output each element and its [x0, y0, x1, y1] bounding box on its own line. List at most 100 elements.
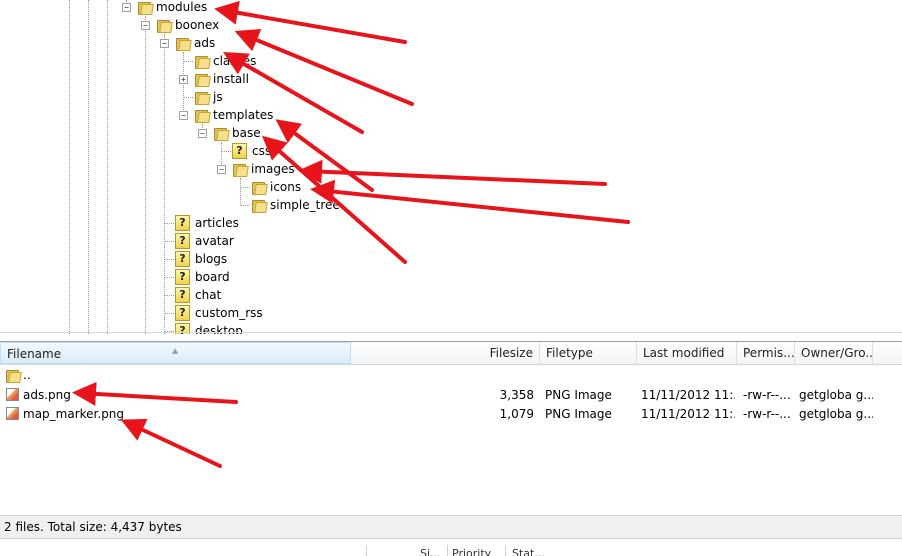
- tree-node-classes[interactable]: classes: [194, 52, 256, 70]
- collapse-toggle-ads[interactable]: −: [160, 39, 169, 48]
- file-owner: getgloba g...: [799, 407, 873, 421]
- tree-guide-line: [221, 151, 231, 152]
- folder-icon: [194, 108, 211, 123]
- tree-guide-line: [164, 295, 174, 296]
- folder-icon: [213, 126, 230, 141]
- unknown-folder-icon: ?: [175, 269, 190, 285]
- tree-guide-line: [164, 313, 174, 314]
- sort-ascending-icon: ▲: [172, 346, 179, 355]
- folder-icon: [194, 90, 211, 105]
- tree-guide-line: [183, 97, 193, 98]
- tree-node-modules[interactable]: modules: [137, 0, 207, 16]
- tree-node-base[interactable]: base: [213, 124, 261, 142]
- unknown-folder-icon: ?: [175, 287, 190, 303]
- column-separator: [505, 545, 506, 556]
- column-header-label: Filetype: [546, 346, 593, 360]
- tree-node-custom-rss[interactable]: ? custom_rss: [175, 304, 263, 322]
- column-separator: [366, 545, 367, 556]
- tree-node-label: js: [213, 90, 223, 104]
- file-size: 1,079: [499, 407, 534, 421]
- remote-directory-tree[interactable]: − − − + − − − modules boonex ads classes…: [0, 0, 902, 334]
- unknown-folder-icon: ?: [175, 305, 190, 321]
- file-row[interactable]: ads.png 3,358 PNG Image 11/11/2012 11:..…: [0, 386, 902, 404]
- column-header-label: Filename: [7, 347, 62, 361]
- pane-divider: [0, 332, 902, 333]
- tree-guide-line: [164, 223, 174, 224]
- parent-directory-label: ..: [23, 368, 31, 382]
- collapse-toggle-base[interactable]: −: [198, 129, 207, 138]
- tree-node-css[interactable]: ? css: [232, 142, 271, 160]
- tree-guide-line: [164, 34, 165, 334]
- tree-guide-line: [145, 16, 146, 334]
- folder-icon: [194, 54, 211, 69]
- folder-icon: [251, 198, 268, 213]
- tree-guide-line: [88, 0, 89, 334]
- tree-guide-line: [164, 259, 174, 260]
- collapse-toggle-templates[interactable]: −: [179, 111, 188, 120]
- collapse-toggle-boonex[interactable]: −: [141, 21, 150, 30]
- tree-node-label: board: [195, 270, 230, 284]
- folder-icon: [175, 36, 192, 51]
- folder-icon: [194, 72, 211, 87]
- column-header-filename[interactable]: Filename ▲: [0, 342, 351, 364]
- expand-toggle-install[interactable]: +: [179, 75, 188, 84]
- tree-node-articles[interactable]: ? articles: [175, 214, 239, 232]
- file-permissions: -rw-r--...: [743, 388, 791, 402]
- folder-icon: [156, 18, 173, 33]
- parent-directory-row[interactable]: ..: [0, 366, 902, 384]
- remote-file-list[interactable]: Filename ▲ Filesize Filetype Last modifi…: [0, 341, 902, 516]
- tree-node-label: modules: [156, 0, 208, 14]
- file-name: map_marker.png: [23, 407, 125, 421]
- tree-node-simple-tree[interactable]: simple_tree: [251, 196, 340, 214]
- folder-icon: [5, 368, 22, 383]
- tree-node-label: articles: [195, 216, 239, 230]
- tree-node-blogs[interactable]: ? blogs: [175, 250, 227, 268]
- file-type: PNG Image: [545, 388, 612, 402]
- column-header-last-modified[interactable]: Last modified: [637, 342, 737, 364]
- collapse-toggle-images[interactable]: −: [217, 165, 226, 174]
- collapse-toggle-modules[interactable]: −: [122, 3, 131, 12]
- file-list-header: Filename ▲ Filesize Filetype Last modifi…: [0, 342, 902, 365]
- tree-guide-line: [240, 178, 241, 206]
- transfer-queue-header: Si... Priority Stat...: [0, 538, 902, 556]
- tree-node-label: css: [252, 144, 272, 158]
- status-bar: 2 files. Total size: 4,437 bytes: [0, 515, 902, 538]
- unknown-folder-icon: ?: [175, 251, 190, 267]
- column-header-filesize[interactable]: Filesize: [351, 342, 540, 364]
- tree-node-label: simple_tree: [270, 198, 340, 212]
- folder-icon: [251, 180, 268, 195]
- file-owner: getgloba g...: [799, 388, 873, 402]
- tree-node-ads[interactable]: ads: [175, 34, 215, 52]
- tree-node-label: avatar: [195, 234, 234, 248]
- tree-node-board[interactable]: ? board: [175, 268, 230, 286]
- tree-guide-line: [69, 0, 70, 334]
- tree-node-templates[interactable]: templates: [194, 106, 273, 124]
- file-row[interactable]: map_marker.png 1,079 PNG Image 11/11/201…: [0, 405, 902, 423]
- png-file-icon: [6, 407, 19, 420]
- column-header-owner-group[interactable]: Owner/Gro...: [795, 342, 873, 364]
- column-header-permissions[interactable]: Permis...: [737, 342, 795, 364]
- tree-node-label: custom_rss: [195, 306, 263, 320]
- tree-node-label: templates: [213, 108, 274, 122]
- tree-guide-line: [240, 187, 250, 188]
- tree-node-label: blogs: [195, 252, 228, 266]
- column-header-label: Last modified: [643, 346, 725, 360]
- file-modified: 11/11/2012 11:...: [641, 407, 735, 421]
- tree-node-label: ads: [194, 36, 216, 50]
- file-size: 3,358: [499, 388, 534, 402]
- tree-node-install[interactable]: install: [194, 70, 249, 88]
- png-file-icon: [6, 388, 19, 401]
- tree-node-label: classes: [213, 54, 257, 68]
- tree-node-label: chat: [195, 288, 222, 302]
- tree-node-images[interactable]: images: [232, 160, 295, 178]
- tree-guide-line: [164, 277, 174, 278]
- tree-node-boonex[interactable]: boonex: [156, 16, 219, 34]
- file-name: ads.png: [23, 388, 71, 402]
- tree-node-avatar[interactable]: ? avatar: [175, 232, 234, 250]
- tree-node-js[interactable]: js: [194, 88, 223, 106]
- tree-node-icons[interactable]: icons: [251, 178, 301, 196]
- tree-node-chat[interactable]: ? chat: [175, 286, 221, 304]
- column-header-filetype[interactable]: Filetype: [540, 342, 637, 364]
- file-modified: 11/11/2012 11:...: [641, 388, 735, 402]
- tree-guide-line: [164, 241, 174, 242]
